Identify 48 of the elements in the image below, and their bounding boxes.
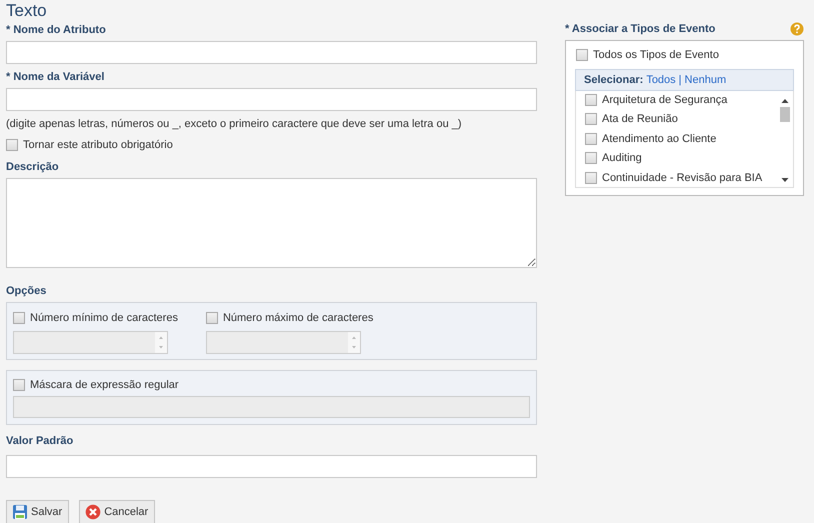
help-icon[interactable]	[790, 22, 804, 36]
close-icon	[85, 504, 102, 520]
checkbox[interactable]	[576, 49, 588, 61]
spinner-icon[interactable]	[155, 332, 167, 353]
checkbox[interactable]	[206, 312, 218, 324]
checkbox-label: Número máximo de caracteres	[222, 311, 374, 325]
input-field[interactable]	[6, 455, 537, 478]
field-label: Opções	[6, 284, 48, 298]
cancel-button[interactable]: Cancelar	[79, 500, 156, 523]
hint-text: (digite apenas letras, números ou _, exceto o primeiro caractere que deve ser uma letra ou _)	[6, 117, 463, 131]
list-item-label[interactable]: Continuidade - Revisão para BIA	[602, 170, 762, 185]
section-title: Texto	[6, 2, 48, 20]
save-button[interactable]: Salvar	[6, 500, 70, 523]
field-label: * Nome do Atributo	[6, 23, 107, 37]
list-item-label[interactable]: Ata de Reunião	[602, 112, 678, 126]
select-all-link[interactable]: Todos	[646, 73, 676, 87]
field-label: Valor Padrão	[6, 434, 74, 448]
list-item-label[interactable]: Arquitetura de Segurança	[602, 92, 728, 107]
input-field[interactable]	[6, 41, 537, 64]
scroll-down-icon[interactable]	[781, 176, 789, 184]
checkbox-label: Máscara de expressão regular	[30, 378, 179, 392]
number-field[interactable]	[206, 331, 361, 354]
checkbox[interactable]	[13, 379, 25, 391]
checkbox[interactable]	[585, 172, 597, 184]
checkbox[interactable]	[585, 94, 597, 106]
select-label: Selecionar:	[584, 73, 644, 87]
checkbox-label: Tornar este atributo obrigatório	[23, 138, 173, 152]
checkbox[interactable]	[6, 139, 18, 151]
scroll-up-icon[interactable]	[781, 97, 789, 105]
field-label: * Nome da Variável	[6, 70, 106, 84]
field-label: * Associar a Tipos de Evento	[565, 22, 716, 36]
select-none-link[interactable]: Nenhum	[684, 73, 726, 87]
checkbox-label: Todos os Tipos de Evento	[593, 48, 719, 62]
checkbox[interactable]	[585, 113, 597, 126]
list-item-label[interactable]: Auditing	[602, 151, 642, 166]
scrollbar-thumb[interactable]	[780, 107, 790, 122]
field-label: Descrição	[6, 160, 60, 174]
separator: |	[678, 73, 682, 87]
spinner-icon[interactable]	[348, 332, 360, 353]
checkbox[interactable]	[585, 132, 597, 145]
checkbox[interactable]	[13, 312, 25, 324]
list-item-label[interactable]: Atendimento ao Cliente	[602, 132, 716, 146]
text-area[interactable]	[6, 178, 537, 268]
checkbox-label: Número mínimo de caracteres	[30, 311, 178, 325]
number-field[interactable]	[13, 331, 168, 354]
input-field[interactable]	[6, 88, 537, 111]
input-field[interactable]	[13, 396, 530, 418]
checkbox[interactable]	[585, 152, 597, 164]
